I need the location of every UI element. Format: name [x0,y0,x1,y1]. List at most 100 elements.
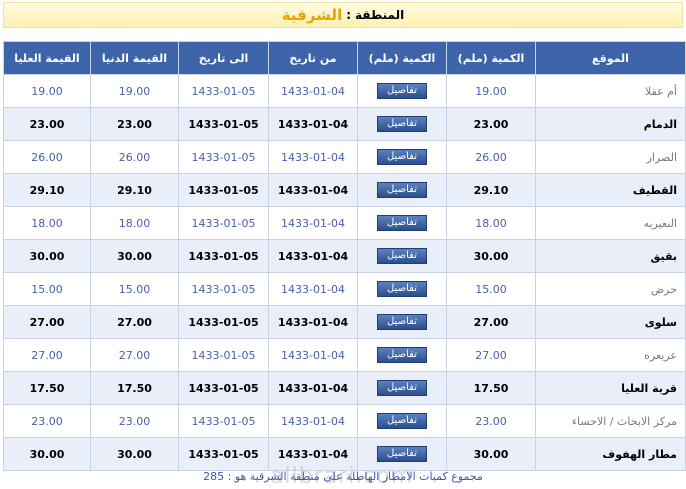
min-value-cell: 30.00 [90,239,179,273]
details-button[interactable]: تفاصيل [377,314,427,330]
header-from-date[interactable]: من تاريخ [268,41,358,75]
to-date-cell: 1433-01-05 [178,173,269,207]
to-date-cell: 1433-01-05 [178,107,269,141]
details-button[interactable]: تفاصيل [377,149,427,165]
amount-cell: 23.00 [446,107,536,141]
min-value-cell: 26.00 [90,140,179,174]
header-min-value[interactable]: القيمة الدنيا [90,41,179,75]
site-cell: الدمام [535,107,686,141]
details-button[interactable]: تفاصيل [377,116,427,132]
max-value-cell: 30.00 [3,437,91,471]
max-value-cell: 30.00 [3,239,91,273]
min-value-cell: 18.00 [90,206,179,240]
to-date-cell: 1433-01-05 [178,437,269,471]
rainfall-table: الموقع الكمية (ملم) الكمية (ملم) من تاري… [3,41,686,471]
min-value-cell: 27.00 [90,338,179,372]
details-button[interactable]: تفاصيل [377,446,427,462]
amount-cell: 19.00 [446,74,536,108]
details-cell: تفاصيل [357,107,447,141]
details-button[interactable]: تفاصيل [377,215,427,231]
region-name: الشرقية [281,6,343,24]
details-cell: تفاصيل [357,140,447,174]
header-max-value[interactable]: القيمة العليا [3,41,91,75]
amount-cell: 29.10 [446,173,536,207]
header-site[interactable]: الموقع [535,41,686,75]
table-row: النعيريه 18.00 تفاصيل 1433-01-04 1433-01-05 1… [3,206,686,240]
details-button[interactable]: تفاصيل [377,83,427,99]
to-date-cell: 1433-01-05 [178,74,269,108]
min-value-cell: 15.00 [90,272,179,306]
region-separator: : [346,8,352,22]
region-label: المنطقة [355,8,405,22]
site-cell: النعيريه [535,206,686,240]
details-cell: تفاصيل [357,239,447,273]
site-cell: أم عقلا [535,74,686,108]
max-value-cell: 29.10 [3,173,91,207]
amount-cell: 27.00 [446,305,536,339]
details-cell: تفاصيل [357,173,447,207]
from-date-cell: 1433-01-04 [268,272,358,306]
table-row: حرض 15.00 تفاصيل 1433-01-04 1433-01-05 15.00 1… [3,272,686,306]
amount-cell: 26.00 [446,140,536,174]
site-cell: حرض [535,272,686,306]
to-date-cell: 1433-01-05 [178,140,269,174]
from-date-cell: 1433-01-04 [268,107,358,141]
details-cell: تفاصيل [357,305,447,339]
from-date-cell: 1433-01-04 [268,206,358,240]
from-date-cell: 1433-01-04 [268,74,358,108]
amount-cell: 18.00 [446,206,536,240]
details-button[interactable]: تفاصيل [377,182,427,198]
details-button[interactable]: تفاصيل [377,380,427,396]
site-cell: مركز الابحاث / الاحساء [535,404,686,438]
table-row: القطيف 29.10 تفاصيل 1433-01-04 1433-01-05 29.… [3,173,686,207]
max-value-cell: 27.00 [3,338,91,372]
from-date-cell: 1433-01-04 [268,404,358,438]
min-value-cell: 30.00 [90,437,179,471]
details-button[interactable]: تفاصيل [377,281,427,297]
max-value-cell: 19.00 [3,74,91,108]
table-row: سلوى 27.00 تفاصيل 1433-01-04 1433-01-05 27.00… [3,305,686,339]
table-row: عريعره 27.00 تفاصيل 1433-01-04 1433-01-05 27.… [3,338,686,372]
site-cell: القطيف [535,173,686,207]
table-row: الصرار 26.00 تفاصيل 1433-01-04 1433-01-05 26.… [3,140,686,174]
min-value-cell: 23.00 [90,107,179,141]
table-row: الدمام 23.00 تفاصيل 1433-01-04 1433-01-05 23.… [3,107,686,141]
site-cell: سلوى [535,305,686,339]
from-date-cell: 1433-01-04 [268,239,358,273]
amount-cell: 27.00 [446,338,536,372]
site-cell: مطار الهفوف [535,437,686,471]
table-row: أم عقلا 19.00 تفاصيل 1433-01-04 1433-01-05 19… [3,74,686,108]
table-row: قرية العليا 17.50 تفاصيل 1433-01-04 1433-01-… [3,371,686,405]
min-value-cell: 17.50 [90,371,179,405]
min-value-cell: 29.10 [90,173,179,207]
header-amount[interactable]: الكمية (ملم) [446,41,536,75]
amount-cell: 30.00 [446,239,536,273]
min-value-cell: 23.00 [90,404,179,438]
details-button[interactable]: تفاصيل [377,347,427,363]
max-value-cell: 15.00 [3,272,91,306]
to-date-cell: 1433-01-05 [178,305,269,339]
amount-cell: 30.00 [446,437,536,471]
from-date-cell: 1433-01-04 [268,371,358,405]
max-value-cell: 26.00 [3,140,91,174]
max-value-cell: 27.00 [3,305,91,339]
header-to-date[interactable]: الى تاريخ [178,41,269,75]
site-cell: قرية العليا [535,371,686,405]
header-amount-details[interactable]: الكمية (ملم) [357,41,447,75]
from-date-cell: 1433-01-04 [268,173,358,207]
min-value-cell: 27.00 [90,305,179,339]
to-date-cell: 1433-01-05 [178,272,269,306]
site-cell: عريعره [535,338,686,372]
details-button[interactable]: تفاصيل [377,413,427,429]
to-date-cell: 1433-01-05 [178,371,269,405]
table-header-row: الموقع الكمية (ملم) الكمية (ملم) من تاري… [3,41,686,75]
amount-cell: 15.00 [446,272,536,306]
amount-cell: 23.00 [446,404,536,438]
from-date-cell: 1433-01-04 [268,140,358,174]
site-cell: الصرار [535,140,686,174]
to-date-cell: 1433-01-05 [178,338,269,372]
details-cell: تفاصيل [357,404,447,438]
details-cell: تفاصيل [357,206,447,240]
min-value-cell: 19.00 [90,74,179,108]
details-button[interactable]: تفاصيل [377,248,427,264]
